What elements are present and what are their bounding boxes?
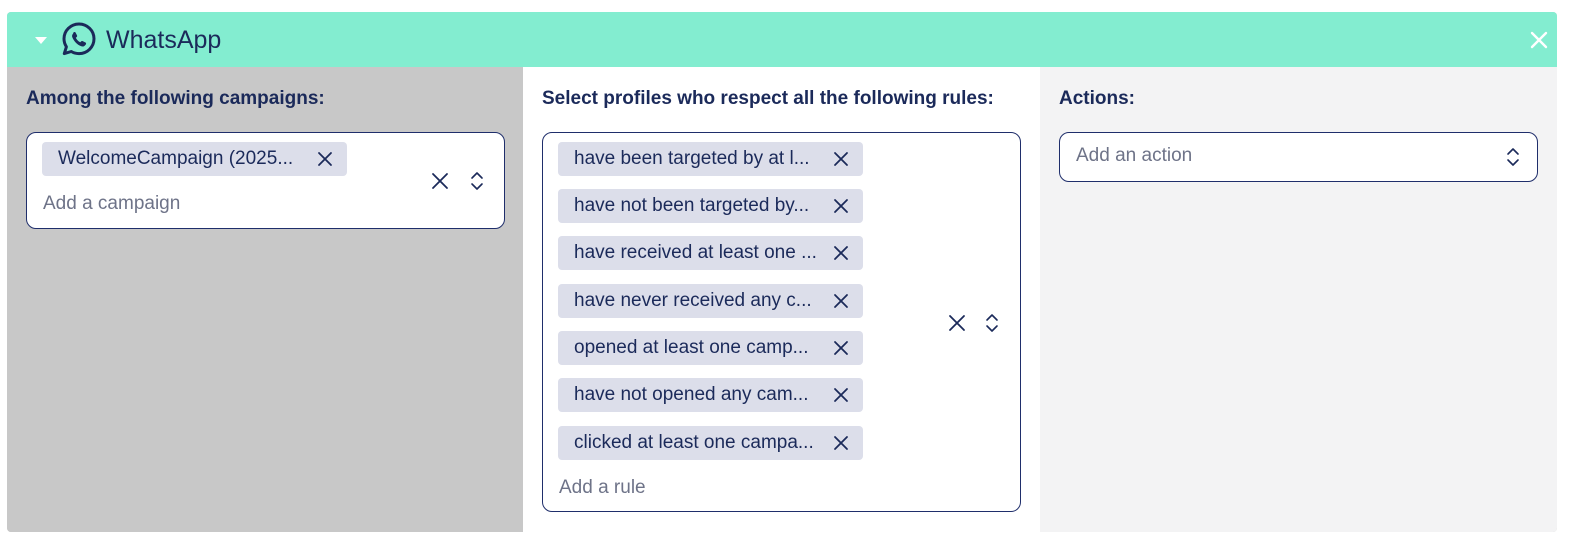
chip-label: have been targeted by at l... [574,148,810,169]
remove-chip-icon[interactable] [833,435,849,451]
remove-chip-icon[interactable] [833,198,849,214]
chip-label: clicked at least one campa... [574,432,814,453]
remove-chip-icon[interactable] [317,151,333,167]
action-search-input[interactable]: Add an action [1076,145,1192,167]
campaigns-column: Among the following campaigns: WelcomeCa… [7,67,523,532]
whatsapp-panel: WhatsApp Among the following campaigns: … [7,12,1557,532]
whatsapp-icon [62,22,96,56]
rule-chip: have never received any c... [558,284,863,318]
rules-label: Select profiles who respect all the foll… [542,88,994,109]
chip-label: have never received any c... [574,290,812,311]
panel-header[interactable]: WhatsApp [7,12,1557,67]
action-select[interactable]: Add an action [1059,132,1538,182]
rule-chip: have not opened any cam... [558,378,863,412]
rule-chip: clicked at least one campa... [558,426,863,460]
chevron-up-down-icon[interactable] [470,170,484,192]
chip-label: have not opened any cam... [574,384,809,405]
chip-label: have not been targeted by... [574,195,810,216]
rule-chip: have not been targeted by... [558,189,863,223]
campaign-chip: WelcomeCampaign (2025... [42,142,347,176]
remove-chip-icon[interactable] [833,151,849,167]
actions-label: Actions: [1059,88,1135,109]
close-icon[interactable] [1529,30,1549,50]
actions-column: Actions: Add an action [1040,67,1557,532]
chip-label: opened at least one camp... [574,337,809,358]
chevron-up-down-icon[interactable] [985,312,999,334]
rule-chip: have received at least one ... [558,236,863,270]
rule-chip: have been targeted by at l... [558,142,863,176]
chip-label: WelcomeCampaign (2025... [58,148,294,169]
rule-search-input[interactable]: Add a rule [559,477,646,499]
campaign-select[interactable]: WelcomeCampaign (2025... Add a campaign [26,132,505,229]
remove-chip-icon[interactable] [833,387,849,403]
remove-chip-icon[interactable] [833,293,849,309]
rules-column: Select profiles who respect all the foll… [523,67,1040,532]
chevron-up-down-icon[interactable] [1506,146,1520,168]
panel-title: WhatsApp [106,26,222,54]
chip-label: have received at least one ... [574,242,817,263]
collapse-caret-icon[interactable] [31,32,51,48]
rule-select[interactable]: have been targeted by at l... have not b… [542,132,1021,512]
remove-chip-icon[interactable] [833,245,849,261]
remove-chip-icon[interactable] [833,340,849,356]
campaigns-label: Among the following campaigns: [26,88,325,109]
rule-chip: opened at least one camp... [558,331,863,365]
clear-all-icon[interactable] [431,172,449,190]
clear-all-icon[interactable] [948,314,966,332]
campaign-search-input[interactable]: Add a campaign [43,193,180,215]
